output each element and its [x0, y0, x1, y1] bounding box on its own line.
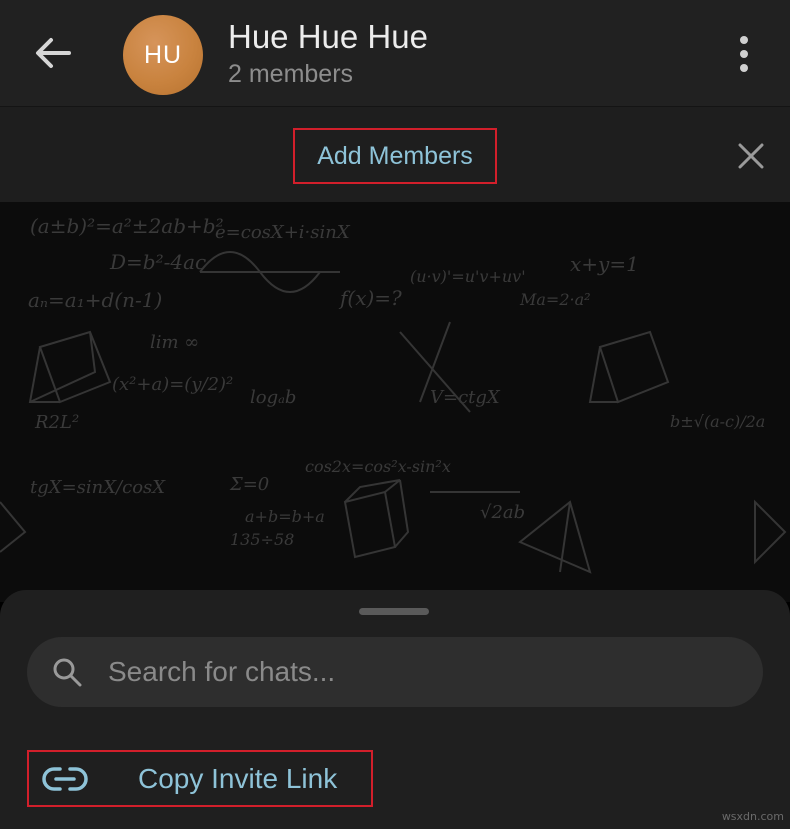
more-vertical-icon-dot	[740, 64, 748, 72]
add-members-button[interactable]: Add Members	[293, 128, 497, 184]
group-title[interactable]: Hue Hue Hue	[228, 18, 428, 56]
copy-invite-link-button[interactable]: Copy Invite Link	[27, 750, 373, 807]
more-options-button[interactable]	[724, 32, 764, 76]
link-icon	[41, 764, 89, 794]
group-avatar[interactable]: HU	[123, 15, 203, 95]
member-count: 2 members	[228, 60, 354, 88]
arrow-left-icon	[36, 38, 71, 68]
group-chat-screen: HU Hue Hue Hue 2 members Add Members (a±…	[0, 0, 790, 829]
more-vertical-icon	[740, 36, 748, 44]
more-vertical-icon-dot	[740, 50, 748, 58]
copy-invite-link-label: Copy Invite Link	[138, 762, 338, 794]
watermark: wsxdn.com	[721, 810, 784, 823]
chat-header: HU Hue Hue Hue 2 members	[0, 0, 790, 106]
sheet-drag-handle[interactable]	[359, 608, 429, 615]
back-button[interactable]	[30, 30, 76, 76]
add-members-bar: Add Members	[0, 106, 790, 203]
search-icon	[49, 654, 85, 690]
doodle-shapes	[0, 251, 787, 574]
bottom-sheet: Copy Invite Link	[0, 590, 790, 829]
close-bar-button[interactable]	[734, 139, 768, 173]
chat-background: (a±b)²=a²±2ab+b² e=cosX+i·sinX D=b²-4ac …	[0, 202, 790, 602]
search-input[interactable]	[106, 655, 670, 689]
close-icon	[738, 143, 764, 169]
search-bar[interactable]	[27, 637, 763, 707]
